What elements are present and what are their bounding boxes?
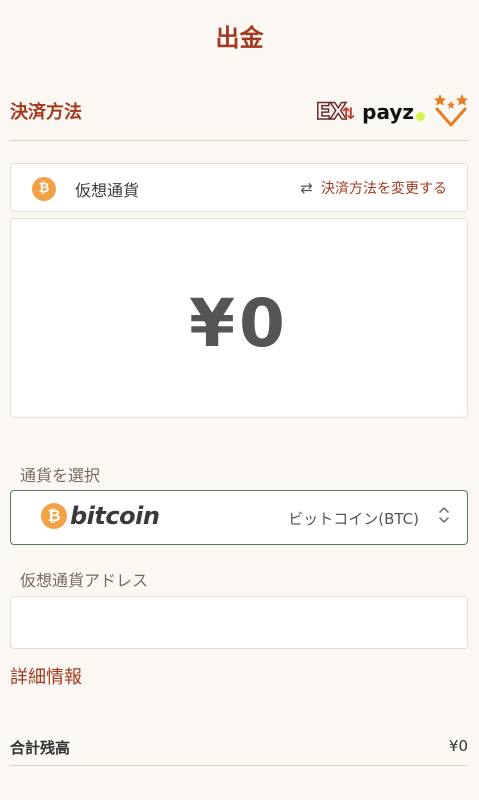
page-title: 出金: [215, 24, 264, 52]
payment-logos: EX⇅ payz: [315, 93, 469, 131]
payz-logo-text: payz: [362, 100, 414, 124]
change-payment-method-label: 決済方法を変更する: [321, 181, 447, 197]
payment-method-row: 決済方法 EX⇅ payz: [10, 90, 469, 141]
crypto-method-card: ₿ 仮想通貨 ⇄ 決済方法を変更する: [10, 163, 468, 212]
crypto-address-input[interactable]: [10, 596, 468, 649]
change-payment-method-link[interactable]: ⇄ 決済方法を変更する: [300, 178, 447, 198]
amount-card[interactable]: ¥0: [10, 218, 468, 418]
currency-select-label: 通貨を選択: [20, 466, 101, 485]
crypto-address-label: 仮想通貨アドレス: [20, 571, 149, 590]
amount-display: ¥0: [189, 285, 289, 362]
chevron-up-down-icon: [437, 504, 451, 528]
details-link[interactable]: 詳細情報: [10, 663, 82, 689]
bitcoin-icon: ₿: [32, 177, 56, 201]
swap-arrows-icon: ⇄: [300, 179, 313, 197]
bitcoin-mark-icon: ₿: [41, 503, 67, 529]
total-balance-row: 合計残高 ¥0: [10, 735, 468, 766]
total-balance-value: ¥0: [448, 737, 468, 755]
stars-check-icon: [433, 93, 469, 131]
ex-arrows-icon: ⇅: [341, 103, 355, 123]
withdrawal-page: 出金 決済方法 EX⇅ payz ₿ 仮想通貨 ⇄ 決済方法を変更する ¥0 通: [0, 0, 479, 800]
bitcoin-wordmark: bitcoin: [70, 502, 160, 530]
payment-method-label: 決済方法: [10, 102, 82, 123]
payz-dot-icon: [416, 111, 425, 121]
bitcoin-brand-logo: ₿ bitcoin: [41, 502, 160, 530]
payz-logo: payz: [362, 100, 425, 124]
currency-select-value: ビットコイン(BTC): [288, 510, 419, 528]
crypto-method-label: 仮想通貨: [75, 181, 140, 200]
currency-select[interactable]: ₿ bitcoin ビットコイン(BTC): [10, 490, 468, 545]
total-balance-label: 合計残高: [10, 739, 71, 757]
ex-logo: EX⇅: [315, 99, 355, 126]
